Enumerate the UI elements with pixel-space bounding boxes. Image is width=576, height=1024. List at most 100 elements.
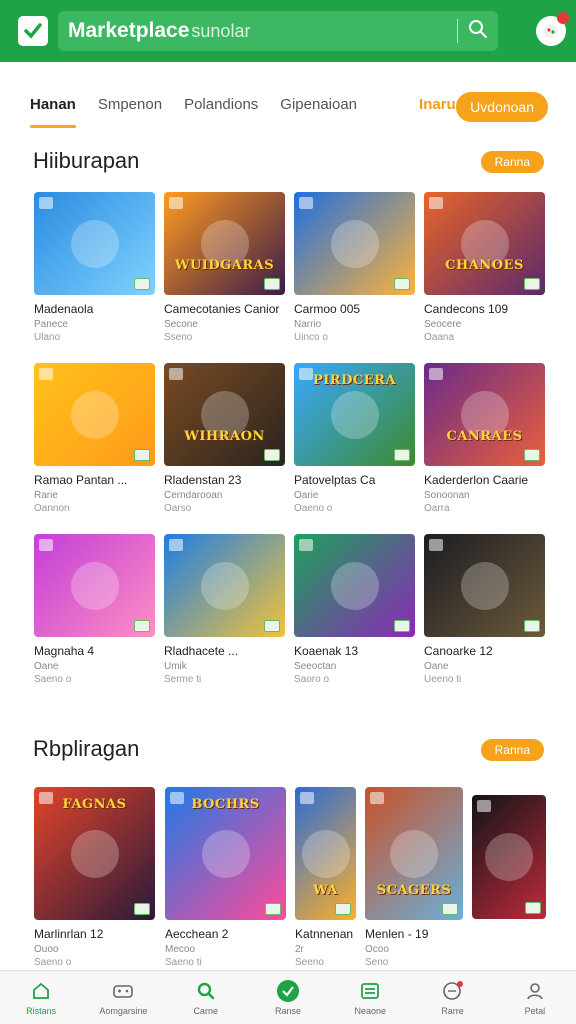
game-title: Canoarke 12 <box>424 644 493 658</box>
game-thumbnail[interactable]: PIRDCERA <box>294 363 415 466</box>
game-thumbnail[interactable] <box>34 534 155 637</box>
character-art-icon <box>330 561 379 610</box>
game-thumbnail[interactable]: WUIDGARAS <box>164 192 285 295</box>
game-card[interactable]: BOCHRS Aecchean 2 Mecoo Saeno ti <box>165 787 286 968</box>
game-category: Umik <box>164 661 187 672</box>
tabs-action-button[interactable]: Uvdonoan <box>456 92 548 122</box>
edit-icon[interactable] <box>264 449 280 461</box>
game-thumbnail[interactable]: CHANOES <box>424 192 545 295</box>
tab-smpenon[interactable]: Smpenon <box>98 88 162 128</box>
game-logo-text: WUIDGARAS <box>174 258 275 273</box>
edit-icon[interactable] <box>335 903 351 915</box>
game-meta: Saeno ti <box>165 957 202 968</box>
edit-icon[interactable] <box>442 903 458 915</box>
nav-item-carne[interactable]: Carne <box>174 980 238 1016</box>
game-meta: Oarso <box>164 503 192 514</box>
category-icon <box>169 368 183 380</box>
nav-item-aomgarsine[interactable]: Aomgarsine <box>91 980 155 1016</box>
edit-icon[interactable] <box>394 620 410 632</box>
edit-icon[interactable] <box>264 620 280 632</box>
game-card[interactable]: Ramao Pantan ... Rarie Oannon <box>34 363 155 534</box>
section-title: Hiiburapan <box>33 148 140 173</box>
edit-icon[interactable] <box>265 903 281 915</box>
tab-gipenaioan[interactable]: Gipenaioan <box>280 88 357 128</box>
tab-polandions[interactable]: Polandions <box>184 88 258 128</box>
character-art-icon <box>330 390 379 439</box>
game-card[interactable]: WIHRAON Rladenstan 23 Cerndarooan Oarso <box>164 363 285 534</box>
game-title: Ramao Pantan ... <box>34 473 128 487</box>
game-category: 2r <box>295 944 304 955</box>
edit-icon[interactable] <box>134 449 150 461</box>
game-card[interactable]: PIRDCERA Patovelptas Ca Oarie Oaeno o <box>294 363 415 534</box>
game-card[interactable]: WUIDGARAS Camecotanies Canior Secone Sseno <box>164 192 285 363</box>
edit-icon[interactable] <box>264 278 280 290</box>
edit-icon[interactable] <box>524 449 540 461</box>
game-thumbnail[interactable]: BOCHRS <box>165 787 286 920</box>
game-thumbnail[interactable]: WA <box>295 787 356 920</box>
game-card[interactable]: CANRAES Kaderderlon Caarie Sonoonan Oarra <box>424 363 545 534</box>
game-category: Narrio <box>294 319 322 330</box>
game-thumbnail[interactable]: CANRAES <box>424 363 545 466</box>
game-title: Magnaha 4 <box>34 644 95 658</box>
game-card[interactable]: WA Katnnenan 2r Seeno <box>295 787 356 968</box>
game-thumbnail[interactable] <box>34 363 155 466</box>
edit-icon[interactable] <box>134 620 150 632</box>
game-card[interactable] <box>472 795 546 966</box>
home-icon <box>31 980 51 1002</box>
game-meta: Serme ti <box>164 674 202 685</box>
game-thumbnail[interactable] <box>294 534 415 637</box>
game-thumbnail[interactable] <box>294 192 415 295</box>
game-thumbnail[interactable]: FAGNAS <box>34 787 155 920</box>
game-thumbnail[interactable]: SCAGERS <box>365 787 463 920</box>
game-card[interactable]: Koaenak 13 Seeoctan Saoro o <box>294 534 415 705</box>
section-title: Rbpliragan <box>33 736 140 761</box>
section-more-button[interactable]: Ranna <box>480 739 544 761</box>
game-card[interactable]: Canoarke 12 Oane Ueeno ti <box>424 534 545 705</box>
game-category: Ouoo <box>34 944 59 955</box>
nav-item-ranse[interactable]: Ranse <box>256 979 320 1016</box>
avatar[interactable] <box>536 12 569 46</box>
app-logo-icon[interactable] <box>18 16 48 46</box>
edit-icon[interactable] <box>394 278 410 290</box>
edit-icon[interactable] <box>524 620 540 632</box>
edit-icon[interactable] <box>134 278 150 290</box>
edit-icon[interactable] <box>525 902 541 914</box>
game-card[interactable]: FAGNAS Marlinrlan 12 Ouoo Saeno o <box>34 787 155 968</box>
category-icon <box>169 197 183 209</box>
nav-item-neaone[interactable]: Neaone <box>338 980 402 1016</box>
game-title: Katnnenan <box>295 927 354 941</box>
edit-icon[interactable] <box>134 903 150 915</box>
character-art-icon <box>330 219 379 268</box>
game-category: Rarie <box>34 490 58 501</box>
section-more-button[interactable]: Ranna <box>480 151 544 173</box>
nav-item-ristans[interactable]: Ristans <box>9 980 73 1016</box>
search-icon <box>196 980 216 1002</box>
edit-icon[interactable] <box>524 278 540 290</box>
edit-icon[interactable] <box>394 449 410 461</box>
game-card[interactable]: Madenaola Panece Ulano <box>34 192 155 363</box>
tab-hanan[interactable]: Hanan <box>30 88 76 128</box>
game-grid: Madenaola Panece Ulano WUIDGARAS Camecotanie… <box>34 192 546 705</box>
search-bar[interactable]: Marketplace sunolar <box>58 11 498 51</box>
game-thumbnail[interactable] <box>424 534 545 637</box>
nav-item-rarre[interactable]: Rarre <box>421 980 485 1016</box>
nav-item-petal[interactable]: Petal <box>503 980 567 1016</box>
game-card[interactable]: Magnaha 4 Oane Saeno o <box>34 534 155 705</box>
game-card[interactable]: Rladhacete ... Umik Serme ti <box>164 534 285 705</box>
search-icon[interactable] <box>468 19 488 44</box>
nav-label: Neaone <box>354 1005 387 1016</box>
character-art-icon <box>201 829 250 878</box>
category-icon <box>429 539 443 551</box>
game-card[interactable]: Carmoo 005 Narrio Uinco o <box>294 192 415 363</box>
game-thumbnail[interactable] <box>472 795 546 919</box>
search-input[interactable]: sunolar <box>191 21 447 42</box>
game-meta: Ulano <box>34 332 61 343</box>
game-thumbnail[interactable]: WIHRAON <box>164 363 285 466</box>
game-category: Seeoctan <box>294 661 337 672</box>
game-logo-text: BOCHRS <box>191 797 260 812</box>
game-logo-text: PIRDCERA <box>312 373 397 388</box>
game-thumbnail[interactable] <box>34 192 155 295</box>
game-card[interactable]: CHANOES Candecons 109 Seocere Oaana <box>424 192 545 363</box>
game-card[interactable]: SCAGERS Menlen - 19 Ocoo Seno <box>365 787 463 968</box>
game-thumbnail[interactable] <box>164 534 285 637</box>
